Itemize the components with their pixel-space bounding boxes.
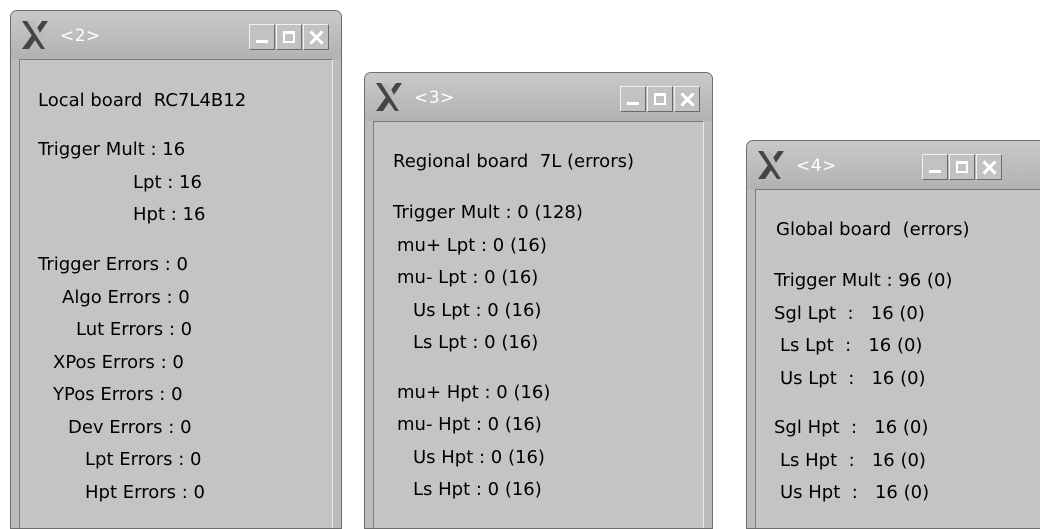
ls-hpt-label: Ls Hpt : 0 (16) [413, 479, 542, 500]
minimize-icon[interactable] [620, 86, 646, 112]
lpt-label: Lpt : 16 [133, 172, 202, 193]
window-local-board: <2> Local board RC7L4B12 Trigger Mult : … [10, 10, 342, 529]
dev-errors-label: Dev Errors : 0 [68, 417, 192, 438]
trigger-mult-label: Trigger Mult : 96 (0) [774, 270, 953, 291]
window-titlebar[interactable]: <4> [747, 141, 1040, 189]
us-lpt-label: Us Lpt : 0 (16) [413, 300, 542, 321]
algo-errors-label: Algo Errors : 0 [62, 287, 190, 308]
window-controls [248, 24, 329, 50]
x-window-logo-icon[interactable] [757, 150, 785, 180]
window-title: <3> [414, 88, 455, 108]
maximize-icon[interactable] [647, 86, 673, 112]
hpt-label: Hpt : 16 [133, 204, 206, 225]
board-panel: Regional board 7L (errors) Trigger Mult … [373, 121, 704, 528]
trigger-mult-label: Trigger Mult : 16 [38, 139, 186, 160]
window-regional-board: <3> Regional board 7L (errors) Trigger M… [364, 72, 713, 529]
us-hpt-label: Us Hpt : 16 (0) [780, 482, 930, 503]
window-controls [619, 86, 700, 112]
us-lpt-label: Us Lpt : 16 (0) [780, 368, 926, 389]
board-panel: Global board (errors) Trigger Mult : 96 … [755, 189, 1040, 528]
lpt-errors-label: Lpt Errors : 0 [85, 449, 202, 470]
close-icon[interactable] [303, 24, 329, 50]
window-global-board: <4> Global board (errors) Trigger Mult :… [746, 140, 1040, 529]
hpt-errors-label: Hpt Errors : 0 [85, 482, 205, 503]
x-window-logo-icon[interactable] [375, 82, 403, 112]
trigger-mult-label: Trigger Mult : 0 (128) [393, 202, 583, 223]
board-header: Regional board 7L (errors) [393, 151, 634, 172]
mu-minus-hpt-label: mu- Hpt : 0 (16) [397, 414, 542, 435]
close-icon[interactable] [976, 154, 1002, 180]
x-window-logo-icon[interactable] [21, 20, 49, 50]
mu-minus-lpt-label: mu- Lpt : 0 (16) [397, 267, 539, 288]
ls-lpt-label: Ls Lpt : 0 (16) [413, 332, 539, 353]
minimize-icon[interactable] [922, 154, 948, 180]
sgl-hpt-label: Sgl Hpt : 16 (0) [774, 417, 929, 438]
maximize-icon[interactable] [276, 24, 302, 50]
close-icon[interactable] [674, 86, 700, 112]
minimize-icon[interactable] [249, 24, 275, 50]
board-panel: Local board RC7L4B12 Trigger Mult : 16 L… [19, 59, 333, 528]
us-hpt-label: Us Hpt : 0 (16) [413, 447, 545, 468]
maximize-icon[interactable] [949, 154, 975, 180]
mu-plus-lpt-label: mu+ Lpt : 0 (16) [397, 235, 547, 256]
trigger-errors-label: Trigger Errors : 0 [38, 254, 189, 275]
window-title: <4> [796, 156, 837, 176]
ypos-errors-label: YPos Errors : 0 [53, 384, 183, 405]
window-controls [921, 154, 1002, 180]
window-title: <2> [60, 26, 101, 46]
window-titlebar[interactable]: <2> [11, 11, 341, 59]
board-header: Global board (errors) [776, 219, 970, 240]
mu-plus-hpt-label: mu+ Hpt : 0 (16) [397, 382, 551, 403]
ls-lpt-label: Ls Lpt : 16 (0) [780, 335, 923, 356]
lut-errors-label: Lut Errors : 0 [76, 319, 193, 340]
ls-hpt-label: Ls Hpt : 16 (0) [780, 450, 926, 471]
window-titlebar[interactable]: <3> [365, 73, 712, 121]
sgl-lpt-label: Sgl Lpt : 16 (0) [774, 303, 925, 324]
board-header: Local board RC7L4B12 [38, 90, 247, 111]
xpos-errors-label: XPos Errors : 0 [53, 352, 184, 373]
